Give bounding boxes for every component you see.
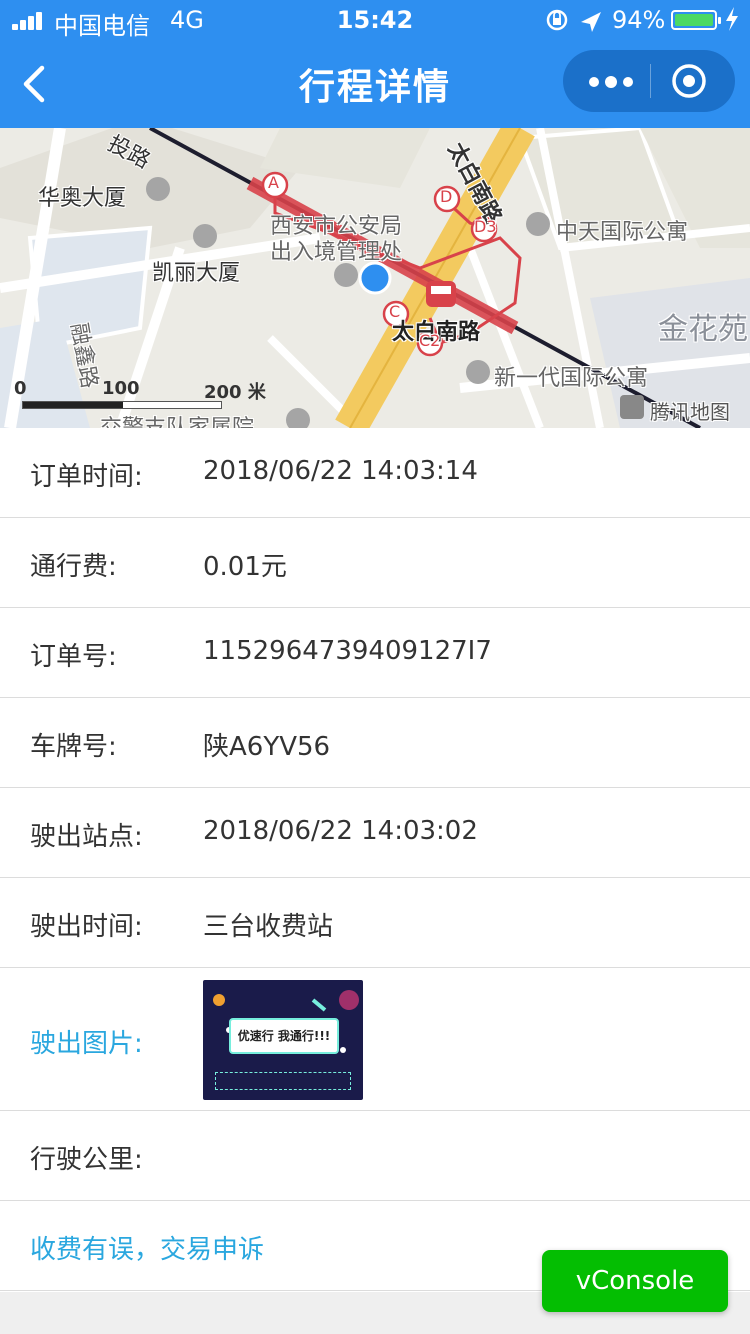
row-label: 订单时间: (30, 462, 143, 492)
status-bar: 中国电信 4G 15:42 94% (0, 0, 750, 40)
row-label: 订单号: (30, 642, 117, 672)
vconsole-button[interactable]: vConsole (542, 1250, 728, 1312)
detail-row-toll: 通行费: 0.01元 (0, 518, 750, 608)
detail-row-plate: 车牌号: 陕A6YV56 (0, 698, 750, 788)
row-value: 陕A6YV56 (203, 732, 331, 762)
row-label: 驶出时间: (30, 912, 143, 942)
miniprogram-capsule (563, 50, 735, 112)
close-target-icon[interactable] (671, 63, 707, 99)
map-label-jinhua: 金花苑 (658, 312, 748, 347)
map-provider-logo: 腾讯地图 (650, 400, 730, 424)
charging-bolt-icon (726, 7, 738, 31)
exit-label-c2: C2 (419, 331, 441, 350)
more-dots-icon[interactable] (585, 50, 647, 112)
map-label-police-2: 出入境管理处 (270, 240, 403, 265)
exit-label-d: D (440, 187, 453, 206)
row-value: 2018/06/22 14:03:14 (203, 456, 478, 486)
map-label-zhongtian: 中天国际公寓 (556, 220, 689, 245)
row-label: 车牌号: (30, 732, 117, 762)
map-label-kaili: 凯丽大厦 (152, 261, 241, 286)
map-label-traffic: 交警支队家属院 (100, 410, 254, 428)
exit-label-d3: D3 (474, 217, 497, 236)
row-value: 1152964739409127I7 (203, 636, 492, 666)
row-label: 驶出站点: (30, 822, 143, 852)
detail-row-mileage: 行驶公里: (0, 1111, 750, 1201)
scale-bar (22, 401, 222, 409)
thumbnail-banner: 优速行 我通行!!! (229, 1018, 339, 1054)
scale-mid: 100 (102, 378, 140, 399)
scale-zero: 0 (14, 378, 27, 399)
row-label: 通行费: (30, 552, 117, 582)
route-map[interactable]: 投路 华奥大厦 凯丽大厦 西安市公安局 出入境管理处 太白南路 太白南路 中天国… (0, 128, 750, 428)
thumbnail-road (215, 1072, 351, 1090)
complaint-link[interactable]: 收费有误，交易申诉 (30, 1229, 264, 1266)
lock-location-icons (546, 9, 601, 32)
detail-row-exit-time: 驶出时间: 三台收费站 (0, 878, 750, 968)
row-value: 2018/06/22 14:03:02 (203, 816, 478, 846)
row-value: 三台收费站 (203, 912, 334, 942)
row-value: 0.01元 (203, 552, 287, 582)
detail-row-exit-station: 驶出站点: 2018/06/22 14:03:02 (0, 788, 750, 878)
map-label-huaao: 华奥大厦 (38, 186, 127, 211)
exit-label-c: C (389, 302, 401, 321)
capsule-divider (650, 64, 651, 98)
trip-details-list: 订单时间: 2018/06/22 14:03:14 通行费: 0.01元 订单号… (0, 428, 750, 1291)
detail-row-order-number: 订单号: 1152964739409127I7 (0, 608, 750, 698)
battery-icon (671, 10, 721, 30)
battery-percent: 94% (612, 6, 666, 34)
top-bar: 中国电信 4G 15:42 94% 行程详情 (0, 0, 750, 128)
exit-image-thumbnail[interactable]: 优速行 我通行!!! (203, 980, 363, 1100)
row-label: 驶出图片: (30, 1029, 143, 1059)
detail-row-order-time: 订单时间: 2018/06/22 14:03:14 (0, 428, 750, 518)
detail-row-exit-image: 驶出图片: 优速行 我通行!!! (0, 968, 750, 1111)
nav-bar: 行程详情 (0, 40, 750, 128)
row-label: 行驶公里: (30, 1145, 143, 1175)
map-label-xinyidai: 新一代国际公寓 (494, 366, 649, 391)
exit-label-a: A (268, 173, 279, 192)
